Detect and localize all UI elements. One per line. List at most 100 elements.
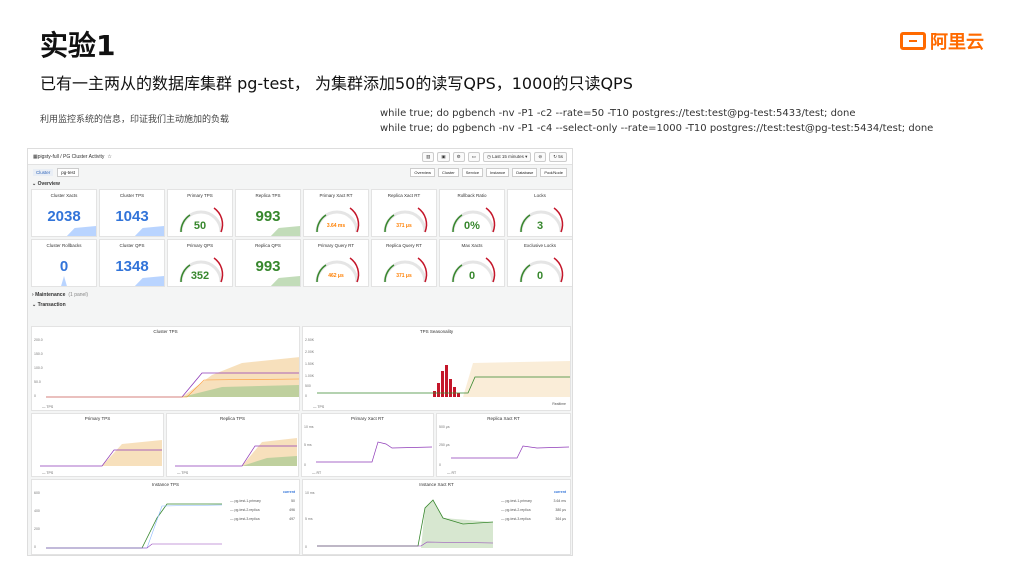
stat-title: Primary TPS xyxy=(187,193,213,198)
time-range-picker[interactable]: ◷ Last 15 minutes ▾ xyxy=(482,151,532,162)
panel-legend: — TPS xyxy=(42,471,54,475)
seasonality-bar xyxy=(433,391,436,397)
y-tick: 0 xyxy=(439,463,441,467)
instance-xact-rt-legend: current — pg-test-1.primary 3.64 ms — pg… xyxy=(501,488,566,524)
primary-xact-rt-chart: 10 ms 5 ms 0 xyxy=(304,425,433,467)
brand-name: 阿里云 xyxy=(930,32,984,53)
gauge-value: 3.64 ms xyxy=(326,223,346,229)
stat-panel[interactable]: Primary TPS 50 xyxy=(167,189,233,237)
panel-title: Cluster TPS xyxy=(153,329,178,334)
tv-mode-button[interactable]: ▭ xyxy=(467,151,480,162)
gauge-value: 462 μs xyxy=(328,273,344,279)
y-tick: 0 xyxy=(305,394,307,398)
replica-tps-chart xyxy=(175,438,297,467)
command-block: while true; do pgbench -nv -P1 -c2 --rat… xyxy=(380,106,933,136)
link-cluster[interactable]: Cluster xyxy=(438,167,459,177)
y-tick: 0 xyxy=(304,463,306,467)
stat-title: Replica TPS xyxy=(255,193,281,198)
panel-instance-xact-rt[interactable]: Instance Xact RT 10 ms 5 ms 0 current — … xyxy=(302,479,571,555)
time-range-label: Last 15 minutes xyxy=(492,153,524,159)
panel-replica-tps[interactable]: Replica TPS — TPS xyxy=(166,413,299,477)
sparkline xyxy=(100,226,164,236)
stat-panel[interactable]: Max Xacts 0 xyxy=(439,239,505,287)
y-tick: 200 xyxy=(34,527,40,531)
stat-panel[interactable]: Replica Query RT 371 μs xyxy=(371,239,437,287)
y-tick: 1.50K xyxy=(305,362,315,366)
panel-cluster-tps[interactable]: Cluster TPS 200.0 150.0 100.0 50.0 0 — T… xyxy=(31,326,300,411)
seasonality-bar xyxy=(457,393,460,397)
stat-title: Max Xacts xyxy=(461,243,483,248)
panel-instance-tps[interactable]: Instance TPS 600 400 200 0 current — pg-… xyxy=(31,479,300,555)
aliyun-logo-icon xyxy=(900,32,926,50)
stat-panel[interactable]: Primary Query RT 462 μs xyxy=(303,239,369,287)
panel-tps-seasonality[interactable]: TPS Seasonality 2.50K 2.00K 1.50K 1.00K … xyxy=(302,326,571,411)
panel-legend: — TPS xyxy=(42,405,54,409)
link-overview[interactable]: Overview xyxy=(410,167,436,177)
link-database[interactable]: Database xyxy=(512,167,538,177)
seasonality-bar xyxy=(453,387,456,397)
stat-title: Cluster Rollbacks xyxy=(46,243,82,248)
save-button[interactable]: ▣ xyxy=(437,151,450,162)
legend-row: — pg-test-2.replica 496 xyxy=(230,506,295,515)
legend-value: 497 xyxy=(289,517,295,521)
add-panel-button[interactable]: ▥ xyxy=(422,151,435,162)
row-overview[interactable]: ⌄ Overview xyxy=(28,179,572,189)
stat-title: Cluster TPS xyxy=(119,193,145,198)
panel-legend: — RT xyxy=(447,471,457,475)
star-icon[interactable]: ☆ xyxy=(107,154,111,160)
legend-name: pg-test-2.replica xyxy=(505,508,531,512)
stat-panel[interactable]: Cluster QPS 1348 xyxy=(99,239,165,287)
stat-panel[interactable]: Primary Xact RT 3.64 ms xyxy=(303,189,369,237)
stat-panel[interactable]: Rollback Ratio 0% xyxy=(439,189,505,237)
y-tick: 0 xyxy=(34,545,36,549)
panel-primary-tps[interactable]: Primary TPS — TPS xyxy=(31,413,164,477)
stat-panel[interactable]: Replica QPS 993 xyxy=(235,239,301,287)
legend-label: RT xyxy=(316,471,322,475)
overview-stat-grid: Cluster Xacts 2038 Cluster TPS 1043 Primary … xyxy=(28,189,572,287)
slide-note: 利用监控系统的信息，印证我们主动施加的负载 xyxy=(40,115,230,125)
y-tick: 5 ms xyxy=(304,443,312,447)
link-pool-node[interactable]: Pool/Node xyxy=(540,167,567,177)
gauge-value: 352 xyxy=(190,270,210,282)
sparkline xyxy=(32,226,96,236)
panel-primary-xact-rt[interactable]: Primary Xact RT 10 ms 5 ms 0 — RT xyxy=(301,413,434,477)
slide-title: 实验1 xyxy=(40,29,116,62)
stat-panel[interactable]: Cluster TPS 1043 xyxy=(99,189,165,237)
stat-panel[interactable]: Replica Xact RT 371 μs xyxy=(371,189,437,237)
legend-row: — pg-test-1.primary 3.64 ms xyxy=(501,497,566,506)
stat-panel[interactable]: Exclusive Locks 0 xyxy=(507,239,572,287)
legend-label: RT xyxy=(451,471,457,475)
link-service[interactable]: Service xyxy=(461,167,484,177)
replica-xact-rt-chart: 500 μs 250 μs 0 xyxy=(439,425,570,467)
zoom-out-button[interactable]: ⊖ xyxy=(534,151,547,162)
panel-replica-xact-rt[interactable]: Replica Xact RT 500 μs 250 μs 0 — RT xyxy=(436,413,571,477)
link-instance[interactable]: Instance xyxy=(486,167,510,177)
seasonality-bar xyxy=(445,365,448,397)
stat-panel[interactable]: Cluster Xacts 2038 xyxy=(31,189,97,237)
panel-legend: — RT xyxy=(312,471,322,475)
row-transaction-label: Transaction xyxy=(37,302,66,308)
legend-name: pg-test-2.replica xyxy=(234,508,260,512)
row-maintenance[interactable]: › Maintenance (1 panel) xyxy=(28,290,572,300)
stat-panel[interactable]: Primary QPS 352 xyxy=(167,239,233,287)
command-line: while true; do pgbench -nv -P1 -c2 --rat… xyxy=(380,108,856,119)
gauge-value: 50 xyxy=(193,220,207,232)
command-line: while true; do pgbench -nv -P1 -c4 --sel… xyxy=(380,123,934,134)
stat-panel[interactable]: Replica TPS 993 xyxy=(235,189,301,237)
instance-tps-chart: 600 400 200 0 xyxy=(34,491,223,549)
settings-button[interactable]: ⚙ xyxy=(452,151,465,162)
stat-panel[interactable]: Locks 3 xyxy=(507,189,572,237)
seasonality-band xyxy=(463,361,570,397)
slide-subtitle: 已有一主两从的数据库集群 pg-test， 为集群添加50的读写QPS，1000… xyxy=(40,74,633,93)
refresh-button[interactable]: ↻ 5s xyxy=(549,151,567,162)
dashboard-links: Overview Cluster Service Instance Databa… xyxy=(410,167,567,177)
row-transaction[interactable]: ⌄ Transaction xyxy=(28,300,572,310)
sparkline xyxy=(100,276,164,286)
y-tick: 0 xyxy=(34,394,36,398)
gauge-value: 0 xyxy=(468,270,476,282)
stat-panel[interactable]: Cluster Rollbacks 0 xyxy=(31,239,97,287)
cluster-variable-select[interactable]: pg-test xyxy=(57,167,80,177)
dashboard-breadcrumb[interactable]: pigsty-full / PG Cluster Activity xyxy=(38,154,105,160)
panel-title: Instance Xact RT xyxy=(419,482,454,487)
stat-title: Cluster QPS xyxy=(119,243,145,248)
